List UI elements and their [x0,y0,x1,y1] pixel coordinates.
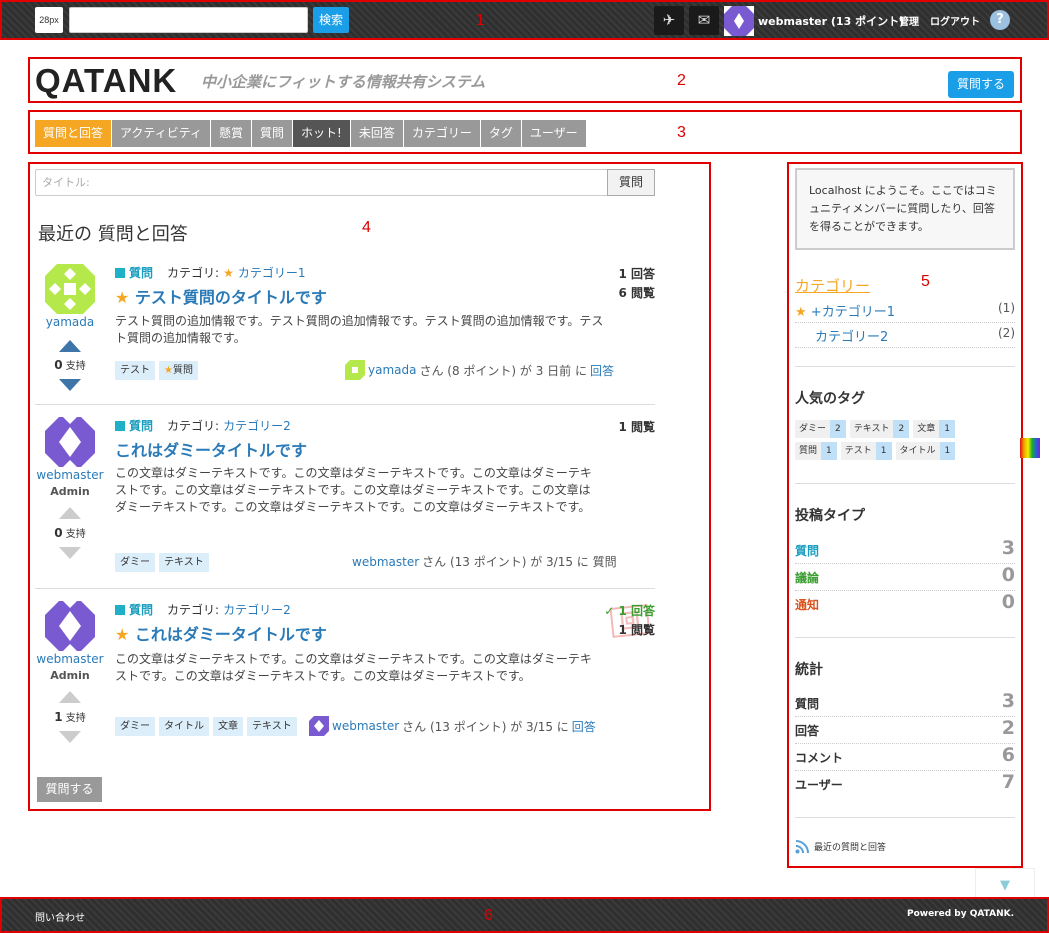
annotation-label-5: 5 [921,273,930,290]
color-palette-icon[interactable] [1020,438,1040,458]
annotation-label-6: 6 [484,907,493,924]
annotation-box-4 [28,162,711,811]
annotation-box-6 [0,897,1049,933]
annotation-label-3: 3 [677,124,686,141]
annotation-box-3 [28,110,1022,154]
annotation-label-2: 2 [677,72,686,89]
annotation-box-2 [28,57,1022,103]
annotation-label-1: 1 [476,12,485,29]
annotation-box-5 [787,162,1023,868]
annotation-box-1 [0,0,1049,40]
annotation-label-4: 4 [362,219,371,236]
